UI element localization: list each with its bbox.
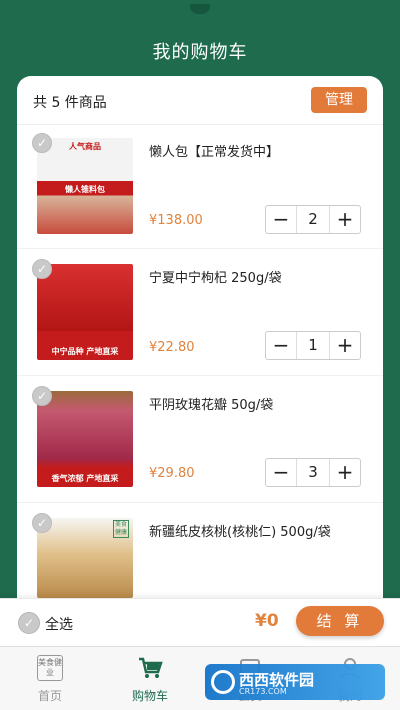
product-name[interactable]: 新疆纸皮核桃(核桃仁) 500g/袋 <box>149 521 369 540</box>
decrement-button[interactable]: − <box>266 459 296 486</box>
quantity-value[interactable]: 3 <box>296 459 330 486</box>
quantity-stepper: − 2 + <box>265 205 361 234</box>
product-image[interactable]: 美食健康 <box>37 518 133 598</box>
tab-home[interactable]: 美食健业 首页 <box>15 647 85 710</box>
badge: 美食健康 <box>113 520 129 538</box>
select-all-checkbox[interactable]: ✓ <box>18 612 40 634</box>
product-name[interactable]: 懒人包【正常发货中】 <box>149 141 369 160</box>
image-banner: 懒人锥料包 <box>65 185 105 194</box>
product-price: ¥29.80 <box>149 466 195 481</box>
divider <box>17 375 383 376</box>
tab-label: 首页 <box>37 689 62 703</box>
quantity-stepper: − 1 + <box>265 331 361 360</box>
divider <box>17 248 383 249</box>
tab-label: 购物车 <box>131 689 168 703</box>
product-image[interactable]: 人气商品 懒人锥料包 <box>37 138 133 234</box>
select-all-label[interactable]: 全选 <box>45 614 73 634</box>
page-title: 我的购物车 <box>152 42 248 63</box>
quantity-value[interactable]: 1 <box>296 332 330 359</box>
decrement-button[interactable]: − <box>266 206 296 233</box>
product-image[interactable]: 香气浓郁 产地直采 <box>37 391 133 487</box>
image-banner: 香气浓郁 产地直采 <box>51 474 119 483</box>
watermark-logo-icon <box>211 670 235 694</box>
manage-button[interactable]: 管理 <box>311 87 367 113</box>
increment-button[interactable]: + <box>330 459 360 486</box>
item-checkbox[interactable]: ✓ <box>32 386 52 406</box>
item-checkbox[interactable]: ✓ <box>32 259 52 279</box>
checkout-button[interactable]: 结 算 <box>296 606 384 636</box>
watermark: 西西软件园 CR173.COM <box>205 664 385 700</box>
status-bar <box>0 0 400 22</box>
product-price: ¥138.00 <box>149 213 203 228</box>
increment-button[interactable]: + <box>330 206 360 233</box>
watermark-url: CR173.COM <box>239 687 287 696</box>
decrement-button[interactable]: − <box>266 332 296 359</box>
item-checkbox[interactable]: ✓ <box>32 513 52 533</box>
cart-icon <box>137 655 163 681</box>
product-name[interactable]: 平阴玫瑰花瓣 50g/袋 <box>149 394 369 413</box>
cart-header: 共 5 件商品 管理 <box>17 76 383 125</box>
home-icon: 美食健业 <box>37 655 63 681</box>
item-checkbox[interactable]: ✓ <box>32 133 52 153</box>
total-price: ¥0 <box>255 611 279 631</box>
tab-cart[interactable]: 购物车 <box>115 647 185 710</box>
item-count: 共 5 件商品 <box>33 95 107 111</box>
increment-button[interactable]: + <box>330 332 360 359</box>
divider <box>17 502 383 503</box>
product-price: ¥22.80 <box>149 340 195 355</box>
camera-notch <box>190 4 210 14</box>
quantity-stepper: − 3 + <box>265 458 361 487</box>
product-name[interactable]: 宁夏中宁枸杞 250g/袋 <box>149 267 369 286</box>
product-image[interactable]: 中宁品种 产地直采 <box>37 264 133 360</box>
image-banner: 中宁品种 产地直采 <box>51 347 119 356</box>
quantity-value[interactable]: 2 <box>296 206 330 233</box>
